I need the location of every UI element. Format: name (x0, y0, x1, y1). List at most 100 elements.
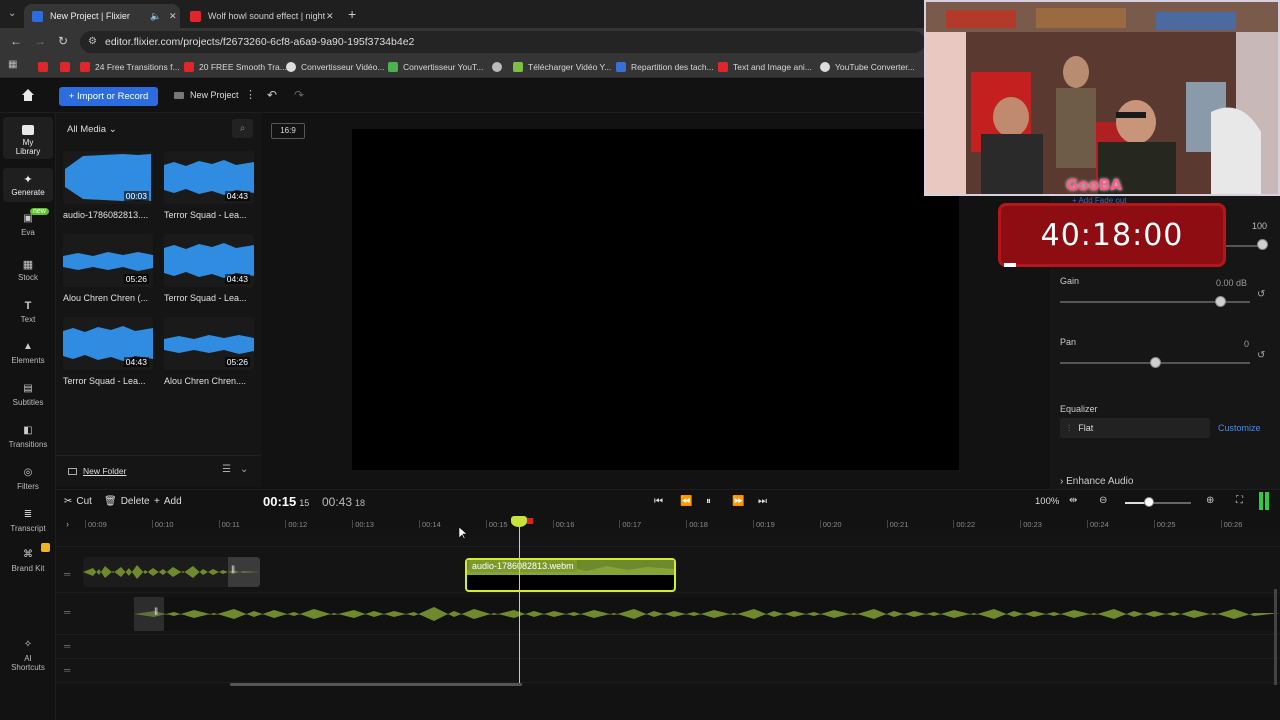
media-thumb-5[interactable]: 05:26 (164, 317, 254, 370)
nav-eva[interactable]: ▣ Eva new (3, 208, 53, 243)
bookmark-youtube-1[interactable] (38, 60, 53, 74)
current-time: 00:15 15 (263, 494, 309, 509)
delete-button[interactable]: 🗑 Delete (104, 496, 150, 507)
close-tab-icon[interactable]: ✕ (169, 11, 177, 22)
close-tab-icon[interactable]: ✕ (326, 11, 334, 22)
bookmark-label: Convertisseur Vidéo... (301, 62, 385, 72)
brand-icon: ⌘ (23, 549, 33, 560)
fast-forward-icon[interactable]: ⏩ (732, 496, 744, 507)
cut-button[interactable]: ✂ Cut (64, 496, 92, 507)
tab-flixier[interactable]: New Project | Flixier 🔈 ✕ (24, 4, 180, 28)
new-project-button[interactable]: New Project (174, 90, 239, 100)
youtube-icon (80, 62, 90, 72)
enhance-audio-section[interactable]: › Enhance Audio (1060, 476, 1133, 487)
selected-audio-clip[interactable]: audio-1786082813.webm (465, 558, 676, 592)
nav-my-library[interactable]: My Library (3, 117, 53, 159)
nav-transitions[interactable]: ◧ Transitions (3, 425, 53, 455)
bookmark-1[interactable]: 24 Free Transitions f... (80, 60, 180, 74)
skip-forward-icon[interactable]: ⏭ (758, 496, 767, 507)
redo-icon[interactable]: ↷ (294, 88, 304, 102)
nav-filters[interactable]: ◎ Filters (3, 467, 53, 497)
media-thumb-2[interactable]: 05:26 (63, 234, 153, 287)
media-thumb-1[interactable]: 04:43 (164, 151, 254, 204)
bookmark-globe[interactable] (492, 60, 507, 74)
pan-slider-knob[interactable] (1150, 357, 1161, 368)
clip-trim-handle-icon[interactable]: ‖ (134, 597, 164, 631)
media-thumb-0[interactable]: 00:03 (63, 151, 153, 204)
bookmark-3[interactable]: Convertisseur Vidéo... (286, 60, 384, 74)
folder-plus-icon (68, 467, 77, 475)
track-drag-handle-icon[interactable]: ═ (64, 607, 70, 617)
bookmark-2[interactable]: 20 FREE Smooth Tra... (184, 60, 287, 74)
track-drag-handle-icon[interactable]: ═ (64, 569, 70, 579)
nav-subtitles[interactable]: ▤ Subtitles (3, 383, 53, 413)
expand-tracks-icon[interactable]: › (66, 519, 69, 529)
home-icon[interactable] (21, 88, 35, 102)
new-tab-icon[interactable]: + (348, 6, 356, 22)
import-label: Import or Record (76, 91, 149, 102)
bookmark-8[interactable]: YouTube Converter... (820, 60, 915, 74)
nav-stock[interactable]: ▦ Stock (3, 258, 53, 288)
playhead-line[interactable] (519, 517, 520, 685)
ruler-tick-label: 00:19 (753, 520, 775, 529)
volume-slider-knob[interactable] (1257, 239, 1268, 250)
reset-gain-icon[interactable]: ↺ (1257, 289, 1265, 300)
zoom-in-icon[interactable]: ⊕ (1206, 495, 1214, 506)
new-folder-button[interactable]: New Folder (68, 466, 126, 476)
audio-clip-left[interactable]: ‖ (83, 557, 260, 587)
scissors-icon: ✂ (64, 496, 73, 507)
timeline-horizontal-scrollbar[interactable] (230, 683, 522, 686)
reset-pan-icon[interactable]: ↺ (1257, 350, 1265, 361)
fullscreen-icon[interactable]: ⛶ (1236, 495, 1243, 506)
nav-elements[interactable]: ▲ Elements (3, 341, 53, 371)
speaker-icon[interactable]: 🔈 (150, 11, 161, 22)
ruler-tick-label: 00:09 (85, 520, 107, 529)
clip-trim-handle-icon[interactable]: ‖ (228, 557, 260, 587)
timeline-ruler[interactable]: › 00:09 00:10 00:11 00:12 00:13 00:14 00:15 00:… (56, 516, 1280, 534)
undo-icon[interactable]: ↶ (267, 88, 277, 102)
customize-link[interactable]: Customize (1218, 423, 1261, 433)
url-field[interactable]: ⚙ editor.flixier.com/projects/f2673260-6… (80, 31, 925, 53)
nav-transcript[interactable]: ≣ Transcript (3, 509, 53, 539)
nav-text[interactable]: T Text (3, 300, 53, 330)
bookmark-youtube-2[interactable] (60, 60, 75, 74)
gain-slider-knob[interactable] (1215, 296, 1226, 307)
video-preview-canvas[interactable] (352, 129, 959, 470)
media-thumb-3[interactable]: 04:43 (164, 234, 254, 287)
skip-back-icon[interactable]: ⏮ (654, 496, 663, 507)
search-icon[interactable]: ⌕ (232, 119, 253, 138)
aspect-ratio-button[interactable]: 16:9 (271, 123, 305, 139)
bookmark-4[interactable]: Convertisseur YouT... (388, 60, 483, 74)
tab-wolf-howl[interactable]: Wolf howl sound effect | night ✕ (182, 4, 340, 28)
media-thumb-4[interactable]: 04:43 (63, 317, 153, 370)
zoom-slider-knob[interactable] (1144, 497, 1154, 507)
equalizer-select[interactable]: ⫶ Flat (1060, 418, 1210, 438)
rewind-icon[interactable]: ⏪ (680, 496, 692, 507)
tab-list-chevron-icon[interactable]: ⌄ (8, 8, 16, 19)
nav-brand-kit[interactable]: ⌘ Brand Kit (3, 543, 53, 579)
apps-grid-icon[interactable]: ▦ (8, 60, 18, 70)
site-info-icon[interactable]: ⚙ (88, 31, 97, 53)
all-media-dropdown[interactable]: All Media ⌄ (67, 124, 117, 135)
more-options-icon[interactable]: ⋮ (245, 88, 256, 101)
pause-icon[interactable]: ⏸ (706, 496, 711, 507)
fit-timeline-icon[interactable]: ⇹ (1069, 495, 1077, 506)
sort-icon[interactable]: ☰ (222, 464, 231, 475)
bookmark-7[interactable]: Text and Image ani... (718, 60, 812, 74)
nav-ai-shortcuts[interactable]: ✧ AI Shortcuts (3, 639, 53, 679)
bookmark-6[interactable]: Repartition des tach... (616, 60, 714, 74)
forward-icon[interactable]: → (34, 34, 46, 48)
zoom-out-icon[interactable]: ⊖ (1099, 495, 1107, 506)
import-or-record-button[interactable]: + Import or Record (59, 87, 158, 106)
back-icon[interactable]: ← (10, 34, 22, 48)
add-button[interactable]: + Add (154, 496, 182, 507)
track-drag-handle-icon[interactable]: ═ (64, 665, 70, 675)
reload-icon[interactable]: ↻ (58, 34, 68, 48)
timeline-vertical-scrollbar[interactable] (1274, 589, 1277, 685)
audio-clip-long[interactable]: ‖ (134, 597, 1280, 631)
bookmark-5[interactable]: Télécharger Vidéo Y... (513, 60, 611, 74)
track-drag-handle-icon[interactable]: ═ (64, 641, 70, 651)
playhead-handle[interactable] (511, 516, 527, 527)
nav-generate[interactable]: ✦ Generate (3, 168, 53, 202)
chevron-down-icon[interactable]: ⌄ (240, 464, 248, 475)
